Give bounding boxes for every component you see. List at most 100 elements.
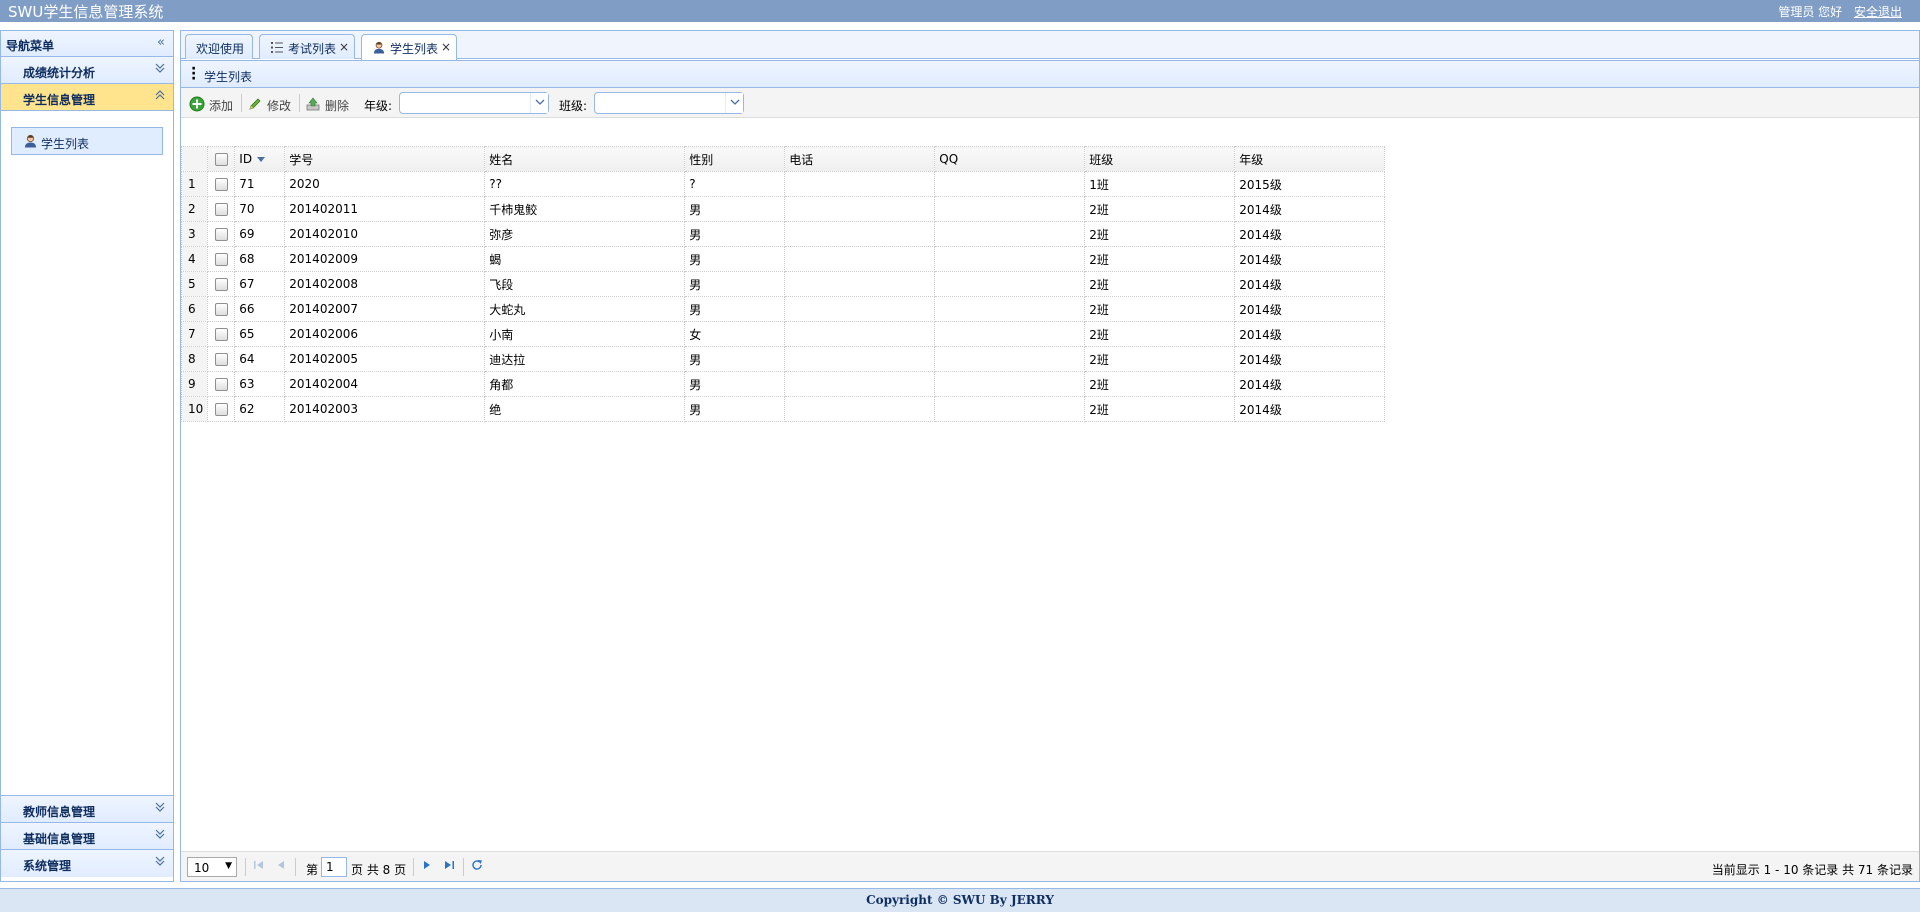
page-info: 当前显示 1 - 10 条记录 共 71 条记录: [1711, 863, 1913, 877]
class-select[interactable]: [594, 92, 744, 114]
cell-student-no: 201402006: [284, 321, 486, 347]
nav-section-label: 系统管理: [23, 859, 72, 873]
close-icon[interactable]: ×: [339, 40, 349, 54]
row-checkbox[interactable]: [214, 378, 228, 391]
table-row[interactable]: 5 67 201402008 飞段男 2班 2014级: [180, 271, 1386, 297]
cell-qq: [934, 221, 1086, 247]
row-select-cell: [207, 221, 236, 247]
column-header-qq[interactable]: QQ: [934, 146, 1086, 172]
delete-button[interactable]: 删除: [301, 92, 355, 114]
prev-page-icon[interactable]: [273, 859, 289, 875]
nav-section-basic-info[interactable]: 基础信息管理: [1, 823, 173, 850]
tab-label: 学生列表: [390, 42, 439, 56]
nav-section-teacher-management[interactable]: 教师信息管理: [1, 796, 173, 823]
logout-link[interactable]: 安全退出: [1854, 5, 1902, 19]
close-icon[interactable]: ×: [441, 40, 451, 54]
row-checkbox[interactable]: [214, 303, 228, 316]
first-page-icon[interactable]: [251, 859, 267, 875]
row-checkbox[interactable]: [214, 278, 228, 291]
cell-sex: ?: [684, 171, 786, 197]
cell-name: 蝎: [484, 246, 686, 272]
row-checkbox[interactable]: [214, 178, 228, 191]
chevron-down-icon[interactable]: [725, 93, 743, 113]
select-all-checkbox[interactable]: [214, 153, 228, 166]
pager-divider: [295, 858, 296, 876]
row-checkbox[interactable]: [214, 328, 228, 341]
column-header-grade[interactable]: 年级: [1234, 146, 1386, 172]
pencil-icon: [249, 98, 261, 110]
list-icon: [271, 42, 283, 53]
cell-sex: 男: [684, 346, 786, 372]
nav-item-student-list[interactable]: 学生列表: [11, 127, 163, 155]
double-chevron-left-icon[interactable]: «: [157, 35, 165, 50]
table-row[interactable]: 7 65 201402006 小南女 2班 2014级: [180, 321, 1386, 347]
cell-name: ??: [484, 171, 686, 197]
table-row[interactable]: 1 71 2020??? 1班 2015级: [180, 171, 1386, 197]
tab-label: 欢迎使用: [196, 42, 245, 56]
row-checkbox[interactable]: [214, 403, 228, 416]
cell-name: 角都: [484, 371, 686, 397]
column-header-student-no[interactable]: 学号: [284, 146, 486, 172]
cell-qq: [934, 396, 1086, 422]
column-header-phone[interactable]: 电话: [784, 146, 936, 172]
nav-section-student-management[interactable]: 学生信息管理: [1, 84, 173, 111]
cell-class: 2班: [1084, 346, 1236, 372]
cell-class: 2班: [1084, 196, 1236, 222]
edit-button[interactable]: 修改: [243, 92, 297, 114]
grade-select[interactable]: [399, 92, 549, 114]
row-select-cell: [207, 396, 236, 422]
refresh-icon[interactable]: [469, 859, 485, 875]
row-number: 10: [180, 396, 209, 422]
tab-welcome[interactable]: 欢迎使用: [185, 34, 253, 59]
column-header-id[interactable]: ID: [234, 146, 286, 172]
cell-name: 大蛇丸: [484, 296, 686, 322]
column-header-name[interactable]: 姓名: [484, 146, 686, 172]
cell-id: 66: [234, 296, 286, 322]
row-checkbox[interactable]: [214, 228, 228, 241]
cell-class: 2班: [1084, 321, 1236, 347]
add-button[interactable]: 添加: [185, 92, 239, 114]
table-row[interactable]: 10 62 201402003 绝男 2班 2014级: [180, 396, 1386, 422]
caret-down-icon: ▼: [225, 861, 232, 871]
nav-item-label: 学生列表: [41, 137, 90, 151]
page-size-select[interactable]: 10 ▼: [187, 857, 237, 877]
table-row[interactable]: 6 66 201402007 大蛇丸男 2班 2014级: [180, 296, 1386, 322]
table-row[interactable]: 9 63 201402004 角都男 2班 2014级: [180, 371, 1386, 397]
pagination-bar: 10 ▼ 第 1 页 共 8 页 当前显示 1 - 10 条记录 共 71 条记…: [181, 851, 1919, 881]
table-row[interactable]: 3 69 201402010 弥彦男 2班 2014级: [180, 221, 1386, 247]
page-number-input[interactable]: 1: [321, 857, 347, 877]
cell-id: 64: [234, 346, 286, 372]
cell-student-no: 201402011: [284, 196, 486, 222]
row-select-cell: [207, 371, 236, 397]
cell-student-no: 201402009: [284, 246, 486, 272]
cell-student-no: 201402007: [284, 296, 486, 322]
row-number: 9: [180, 371, 209, 397]
row-number: 1: [180, 171, 209, 197]
table-row[interactable]: 4 68 201402009 蝎男 2班 2014级: [180, 246, 1386, 272]
row-checkbox[interactable]: [214, 253, 228, 266]
column-header-class[interactable]: 班级: [1084, 146, 1236, 172]
nav-header: 导航菜单 «: [1, 31, 173, 57]
row-checkbox[interactable]: [214, 203, 228, 216]
table-row[interactable]: 2 70 201402011 千柿鬼鲛男 2班 2014级: [180, 196, 1386, 222]
row-checkbox[interactable]: [214, 353, 228, 366]
table-row[interactable]: 8 64 201402005 迪达拉男 2班 2014级: [180, 346, 1386, 372]
tab-exam-list[interactable]: 考试列表 ×: [259, 34, 355, 59]
cell-student-no: 201402004: [284, 371, 486, 397]
last-page-icon[interactable]: [441, 859, 457, 875]
nav-section-system[interactable]: 系统管理: [1, 850, 173, 877]
cell-class: 2班: [1084, 221, 1236, 247]
column-header-sex[interactable]: 性别: [684, 146, 786, 172]
row-select-cell: [207, 271, 236, 297]
row-number: 4: [180, 246, 209, 272]
user-area: 管理员 您好 安全退出: [1778, 3, 1902, 20]
cell-qq: [934, 196, 1086, 222]
cell-grade: 2014级: [1234, 321, 1386, 347]
next-page-icon[interactable]: [419, 859, 435, 875]
chevron-down-icon[interactable]: [530, 93, 548, 113]
row-number: 2: [180, 196, 209, 222]
tab-student-list[interactable]: 学生列表 ×: [361, 34, 457, 60]
nav-section-score-stats[interactable]: 成绩统计分析: [1, 57, 173, 84]
cell-name: 弥彦: [484, 221, 686, 247]
cell-sex: 男: [684, 246, 786, 272]
